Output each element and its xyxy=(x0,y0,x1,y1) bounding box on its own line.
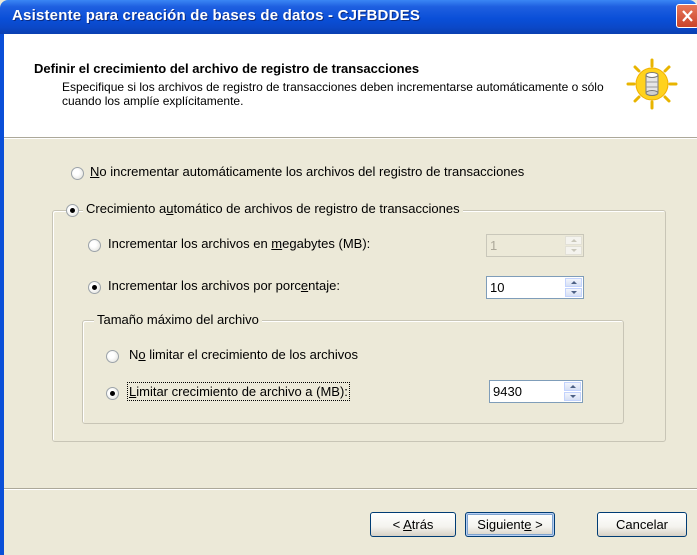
spin-down-icon[interactable] xyxy=(565,288,582,297)
header-description: Especifique si los archivos de registro … xyxy=(62,80,604,108)
max-size-group-title: Tamaño máximo del archivo xyxy=(94,312,262,327)
auto-growth-label[interactable]: Crecimiento automático de archivos de re… xyxy=(83,201,463,216)
mnemonic: N xyxy=(90,164,100,179)
label-part: Crecimiento a xyxy=(86,201,167,216)
label-part: tomático de archivos de registro de tran… xyxy=(173,201,460,216)
spin-up-icon[interactable] xyxy=(564,382,581,391)
max-size-group xyxy=(82,320,624,424)
label-part: o incrementar automáticamente los archiv… xyxy=(99,164,525,179)
mnemonic: o xyxy=(138,347,146,362)
label-part: egabytes (MB): xyxy=(282,236,371,251)
spin-up-icon[interactable] xyxy=(565,236,582,245)
close-button[interactable] xyxy=(676,4,697,28)
cancel-button[interactable]: Cancelar xyxy=(597,512,687,537)
no-auto-growth-radio[interactable] xyxy=(71,167,84,180)
title-bar[interactable]: Asistente para creación de bases de dato… xyxy=(0,0,697,34)
mnemonic: m xyxy=(271,236,283,251)
percent-spinbox[interactable]: 10 xyxy=(486,276,584,299)
label-part: trás xyxy=(411,517,434,532)
limit-growth-radio[interactable] xyxy=(106,387,119,400)
max-size-spinner[interactable] xyxy=(564,382,581,401)
close-icon xyxy=(682,10,693,22)
label-part: Incrementar los archivos por porc xyxy=(108,278,301,293)
unlimited-growth-label[interactable]: No limitar el crecimiento de los archivo… xyxy=(129,347,358,362)
auto-growth-radio[interactable] xyxy=(66,204,79,217)
megabytes-spinbox[interactable]: 1 xyxy=(486,234,584,257)
spin-up-icon[interactable] xyxy=(565,278,582,287)
increment-percent-label[interactable]: Incrementar los archivos por porcentaje: xyxy=(108,278,340,293)
percent-value: 10 xyxy=(490,280,505,295)
label-part: imitar crecimiento de archivo a (MB): xyxy=(136,384,348,399)
increment-megabytes-label[interactable]: Incrementar los archivos en megabytes (M… xyxy=(108,236,370,251)
no-auto-growth-label[interactable]: No incrementar automáticamente los archi… xyxy=(90,164,524,179)
percent-spinner[interactable] xyxy=(565,278,582,297)
increment-percent-radio[interactable] xyxy=(88,281,101,294)
megabytes-value: 1 xyxy=(490,238,498,253)
label-part: Incrementar los archivos en xyxy=(108,236,272,251)
wizard-header: Definir el crecimiento del archivo de re… xyxy=(4,34,697,137)
label-part: ntaje: xyxy=(308,278,340,293)
label-part: > xyxy=(531,517,543,532)
increment-megabytes-radio[interactable] xyxy=(88,239,101,252)
max-size-spinbox[interactable]: 9430 xyxy=(489,380,583,403)
label-part: N xyxy=(129,347,139,362)
mnemonic: e xyxy=(524,517,532,532)
database-cylinder-icon xyxy=(626,58,678,110)
label-part: limitar el crecimiento de los archivos xyxy=(145,347,359,362)
megabytes-spinner[interactable] xyxy=(565,236,582,255)
spin-down-icon[interactable] xyxy=(564,392,581,401)
spin-down-icon[interactable] xyxy=(565,246,582,255)
mnemonic: A xyxy=(403,517,412,532)
next-button[interactable]: Siguiente > xyxy=(465,512,555,537)
window-title: Asistente para creación de bases de dato… xyxy=(12,7,421,24)
max-size-value: 9430 xyxy=(493,384,522,399)
label-part: Siguient xyxy=(477,517,525,532)
header-separator xyxy=(4,137,697,139)
limit-growth-label[interactable]: Limitar crecimiento de archivo a (MB): xyxy=(127,382,350,401)
footer-separator xyxy=(4,488,697,490)
header-title: Definir el crecimiento del archivo de re… xyxy=(34,61,420,76)
label-part: < xyxy=(392,517,404,532)
unlimited-growth-radio[interactable] xyxy=(106,350,119,363)
back-button[interactable]: < Atrás xyxy=(370,512,456,537)
